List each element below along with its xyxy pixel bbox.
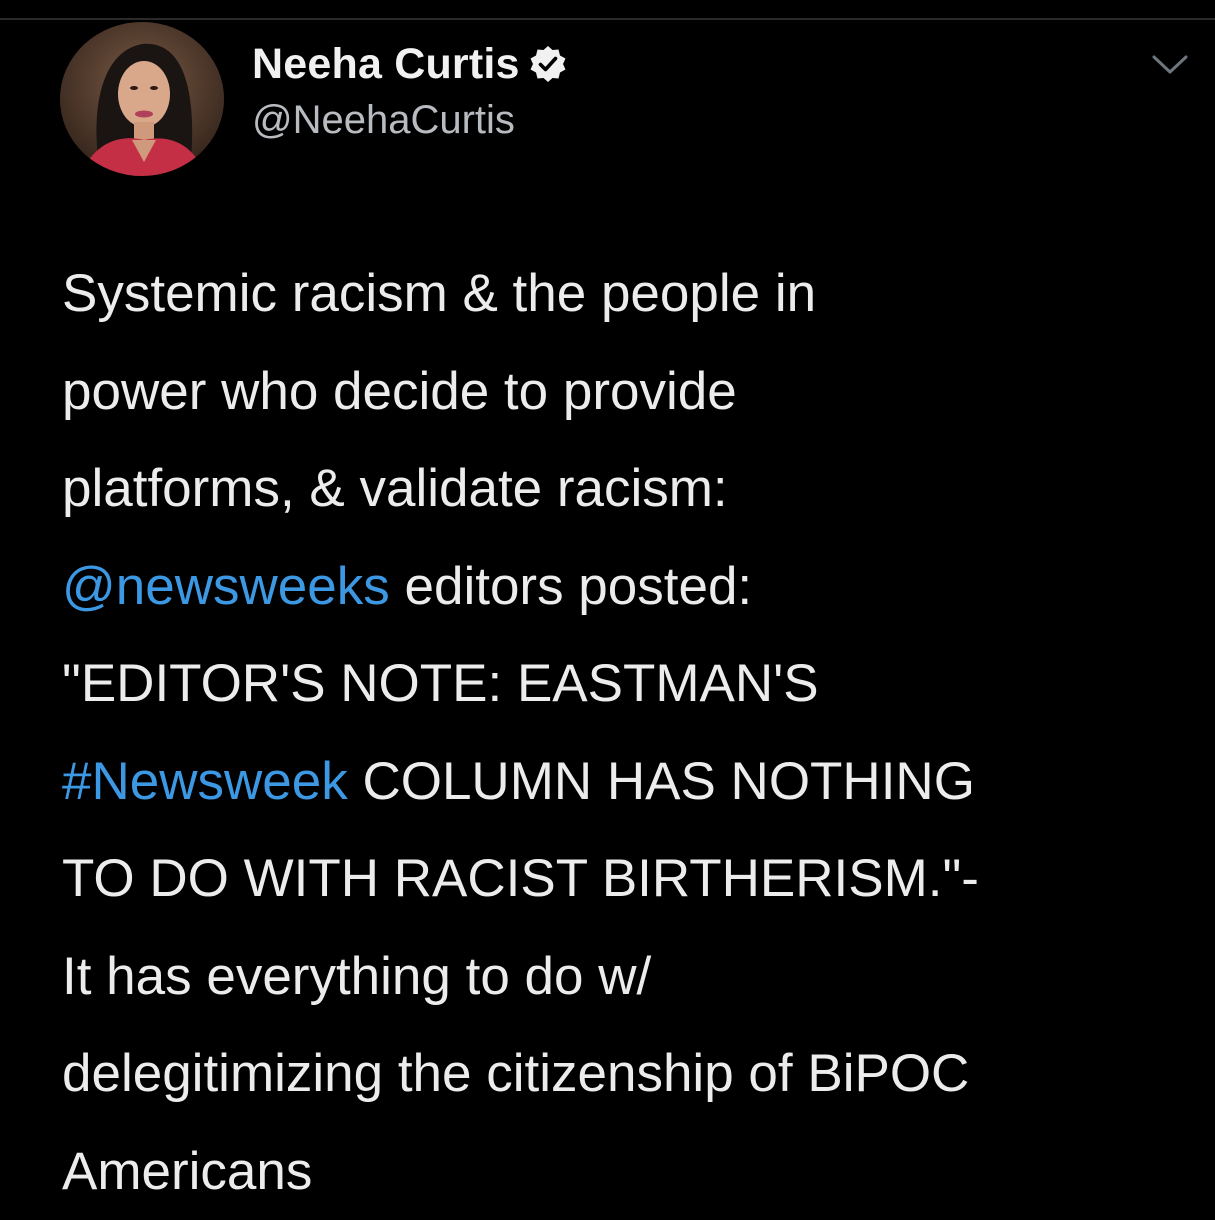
tweet-line: #Newsweek COLUMN HAS NOTHING xyxy=(62,733,1192,831)
tweet-line: TO DO WITH RACIST BIRTHERISM."- xyxy=(62,830,1192,928)
avatar[interactable] xyxy=(60,22,224,176)
tweet-text-segment: editors posted: xyxy=(390,557,752,616)
author-handle[interactable]: @NeehaCurtis xyxy=(252,98,515,143)
avatar-photo xyxy=(60,22,224,176)
chevron-down-icon[interactable] xyxy=(1150,52,1190,78)
top-divider xyxy=(0,18,1215,20)
tweet-line: @newsweeks editors posted: xyxy=(62,538,1192,636)
tweet-line: power who decide to provide xyxy=(62,343,1192,441)
mention-link[interactable]: @newsweeks xyxy=(62,557,390,616)
tweet-text: Systemic racism & the people in power wh… xyxy=(62,245,1192,1220)
hashtag-link[interactable]: #Newsweek xyxy=(62,752,348,811)
tweet-line: "EDITOR'S NOTE: EASTMAN'S xyxy=(62,635,1192,733)
tweet-line: Americans xyxy=(62,1123,1192,1220)
tweet-header: Neeha Curtis @NeehaCurtis xyxy=(60,22,1190,182)
tweet-text-segment: COLUMN HAS NOTHING xyxy=(348,752,975,811)
tweet-line: platforms, & validate racism: xyxy=(62,440,1192,538)
display-name[interactable]: Neeha Curtis xyxy=(252,40,520,89)
verified-badge-icon xyxy=(528,44,568,84)
tweet-line: Systemic racism & the people in xyxy=(62,245,1192,343)
tweet-line: delegitimizing the citizenship of BiPOC xyxy=(62,1025,1192,1123)
name-row: Neeha Curtis xyxy=(252,40,568,88)
tweet-line: It has everything to do w/ xyxy=(62,928,1192,1026)
